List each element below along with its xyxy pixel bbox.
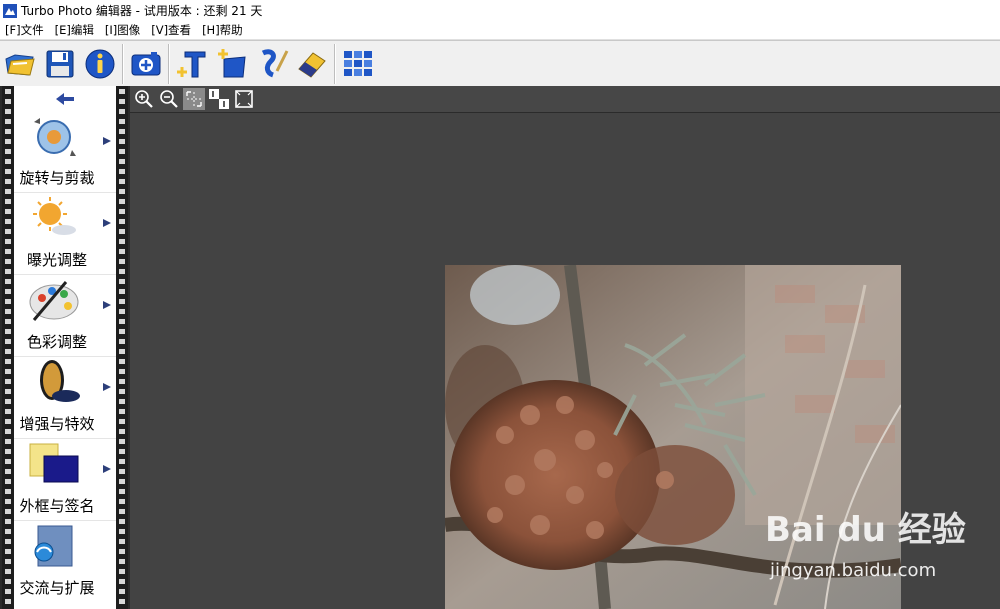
- actual-size-button[interactable]: [208, 88, 230, 110]
- open-folder-icon: [5, 53, 35, 76]
- canvas-toolbar: [130, 86, 1000, 113]
- submenu-arrow-icon: [103, 301, 111, 309]
- filmstrip-right-border: [116, 86, 128, 609]
- info-icon: [85, 49, 115, 78]
- submenu-arrow-icon: [103, 465, 111, 473]
- menu-view[interactable]: [V]查看: [146, 22, 197, 38]
- filmstrip-left-border: [2, 86, 14, 609]
- batch-grid-icon: [344, 50, 372, 76]
- exposure-sun-icon: [33, 197, 76, 235]
- zoom-in-button[interactable]: [133, 88, 155, 110]
- zoom-in-icon: [135, 90, 153, 108]
- zoom-out-icon: [160, 90, 178, 108]
- tool-enhance-effects[interactable]: 增强与特效: [14, 358, 116, 439]
- tool-label: 曝光调整: [26, 251, 87, 269]
- fit-window-button[interactable]: [183, 88, 205, 110]
- window-title: Turbo Photo 编辑器 - 试用版本 : 还剩 21 天: [21, 4, 263, 18]
- tool-sidebar: 旋转与剪裁 曝光调整 色彩调整 增强与特效 外框与签名 交流与扩展: [0, 86, 130, 609]
- menu-help[interactable]: [H]帮助: [197, 22, 249, 38]
- open-button[interactable]: [0, 44, 40, 84]
- brush-button[interactable]: [252, 44, 292, 84]
- menu-image[interactable]: [I]图像: [100, 22, 146, 38]
- image-canvas[interactable]: Bai du 经验 jingyan.baidu.com: [130, 113, 1000, 609]
- info-button[interactable]: [80, 44, 120, 84]
- menu-file[interactable]: [F]文件: [0, 22, 50, 38]
- title-bar: Turbo Photo 编辑器 - 试用版本 : 还剩 21 天: [0, 0, 1000, 21]
- toolbar-separator: [122, 43, 124, 84]
- main-toolbar: [0, 40, 1000, 87]
- frame-signature-icon: [29, 443, 79, 483]
- share-extend-icon: [34, 525, 73, 567]
- fit-window-icon: [186, 91, 202, 107]
- tool-color[interactable]: 色彩调整: [14, 276, 116, 357]
- lens-filter-icon: [40, 360, 80, 402]
- toolbar-separator: [334, 43, 336, 84]
- submenu-arrow-icon: [103, 137, 111, 145]
- add-frame-button[interactable]: [212, 44, 252, 84]
- batch-button[interactable]: [338, 44, 378, 84]
- tool-exposure[interactable]: 曝光调整: [14, 194, 116, 275]
- add-frame-icon: [218, 48, 246, 77]
- color-palette-icon: [29, 281, 79, 321]
- zoom-out-button[interactable]: [158, 88, 180, 110]
- brush-icon: [261, 48, 289, 77]
- watermark-logo: Bai du 经验: [765, 510, 966, 550]
- app-logo-icon: [3, 3, 17, 18]
- tool-label: 旋转与剪裁: [19, 169, 95, 187]
- add-photo-icon: [131, 51, 161, 75]
- eraser-icon: [298, 51, 326, 78]
- tool-label: 外框与签名: [19, 497, 95, 515]
- watermark-url: jingyan.baidu.com: [770, 560, 937, 581]
- eraser-button[interactable]: [292, 44, 332, 84]
- tool-frame-signature[interactable]: 外框与签名: [14, 440, 116, 521]
- add-text-icon: [177, 51, 206, 77]
- add-text-button[interactable]: [172, 44, 212, 84]
- add-photo-button[interactable]: [126, 44, 166, 84]
- tool-list: 旋转与剪裁 曝光调整 色彩调整 增强与特效 外框与签名 交流与扩展: [14, 86, 116, 609]
- back-arrow-icon[interactable]: [52, 90, 78, 108]
- save-button[interactable]: [40, 44, 80, 84]
- menu-bar: [F]文件 [E]编辑 [I]图像 [V]查看 [H]帮助: [0, 21, 1000, 40]
- fullscreen-button[interactable]: [233, 88, 255, 110]
- fullscreen-icon: [235, 90, 253, 108]
- rotate-crop-icon: [34, 118, 76, 156]
- toolbar-separator: [168, 43, 170, 84]
- baidu-watermark: Bai du 经验 jingyan.baidu.com: [765, 502, 966, 592]
- tool-label: 增强与特效: [19, 415, 95, 433]
- tool-label: 交流与扩展: [19, 579, 95, 597]
- submenu-arrow-icon: [103, 383, 111, 391]
- tool-share-extend[interactable]: 交流与扩展: [14, 522, 116, 602]
- menu-edit[interactable]: [E]编辑: [50, 22, 100, 38]
- save-disk-icon: [46, 50, 74, 77]
- submenu-arrow-icon: [103, 219, 111, 227]
- actual-size-icon: [209, 89, 229, 109]
- tool-rotate-crop[interactable]: 旋转与剪裁: [14, 112, 116, 193]
- tool-label: 色彩调整: [26, 333, 87, 351]
